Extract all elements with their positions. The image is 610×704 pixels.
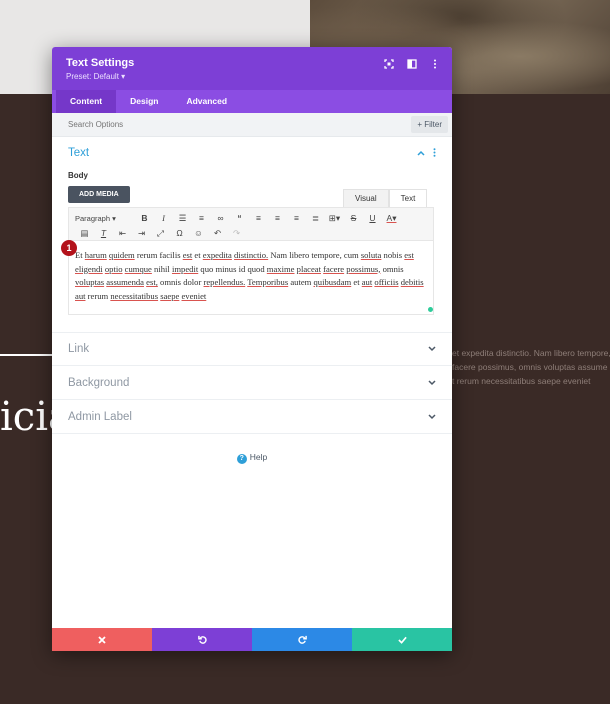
body-label: Body bbox=[68, 171, 88, 180]
tab-content[interactable]: Content bbox=[56, 90, 117, 113]
tab-visual[interactable]: Visual bbox=[343, 189, 389, 207]
close-icon bbox=[98, 635, 106, 644]
section-menu-icon[interactable] bbox=[433, 147, 436, 159]
paragraph-format-select[interactable]: Paragraph ▾ bbox=[75, 214, 135, 223]
section-admin-label[interactable]: Admin Label bbox=[52, 400, 452, 434]
blockquote-icon[interactable]: “ bbox=[230, 213, 249, 223]
page-paragraph-line: et expedita distinctio. Nam libero tempo… bbox=[452, 348, 610, 358]
section-link-title: Link bbox=[68, 342, 90, 355]
special-char-icon[interactable]: Ω bbox=[170, 228, 189, 238]
page-paragraph-line: t rerum necessitatibus saepe eveniet bbox=[452, 376, 591, 386]
editor-text: Et harum quidem rerum facilis est et exp… bbox=[75, 250, 424, 301]
text-color-icon[interactable]: A▾ bbox=[382, 213, 401, 224]
chevron-down-icon bbox=[428, 344, 436, 354]
table-icon[interactable]: ⊞▾ bbox=[325, 213, 344, 224]
page-paragraph: et expedita distinctio. Nam libero tempo… bbox=[452, 346, 610, 388]
strikethrough-icon[interactable]: S bbox=[344, 213, 363, 223]
undo-button[interactable] bbox=[152, 628, 252, 651]
help-icon: ? bbox=[236, 454, 247, 464]
modal-footer bbox=[52, 628, 452, 651]
filter-button[interactable]: + Filter bbox=[411, 116, 448, 133]
section-background-title: Background bbox=[68, 376, 130, 389]
section-link[interactable]: Link bbox=[52, 332, 452, 366]
numbered-list-icon[interactable]: ≡ bbox=[192, 213, 211, 223]
preset-selector[interactable]: Preset: Default ▾ bbox=[66, 72, 438, 81]
align-left-icon[interactable]: ≡ bbox=[249, 213, 268, 223]
clear-format-icon[interactable]: T bbox=[94, 228, 113, 238]
tab-advanced[interactable]: Advanced bbox=[172, 90, 241, 113]
bullet-list-icon[interactable]: ☰ bbox=[173, 213, 192, 224]
underline-icon[interactable]: U bbox=[363, 213, 382, 223]
align-justify-icon[interactable]: ≣ bbox=[306, 213, 325, 224]
modal-header: Text Settings Preset: Default ▾ bbox=[52, 47, 452, 90]
chevron-down-icon bbox=[428, 412, 436, 422]
section-admin-label-title: Admin Label bbox=[68, 410, 132, 423]
search-options-input[interactable] bbox=[68, 120, 268, 129]
italic-icon[interactable]: I bbox=[154, 213, 173, 223]
align-right-icon[interactable]: ≡ bbox=[287, 213, 306, 223]
discard-button[interactable] bbox=[52, 628, 152, 651]
text-section-title: Text bbox=[68, 147, 90, 159]
redo-editor-icon[interactable]: ↷ bbox=[227, 228, 246, 239]
section-background[interactable]: Background bbox=[52, 366, 452, 400]
link-icon[interactable]: ∞ bbox=[211, 213, 230, 223]
help-label: Help bbox=[249, 452, 268, 462]
chevron-down-icon bbox=[428, 378, 436, 388]
redo-button[interactable] bbox=[252, 628, 352, 651]
search-row: + Filter bbox=[52, 113, 452, 137]
fullscreen-icon[interactable] bbox=[383, 58, 394, 69]
editor-toolbar: Paragraph ▾ B I ☰ ≡ ∞ “ ≡ ≡ ≡ ≣ ⊞▾ S U A… bbox=[69, 208, 433, 241]
undo-icon bbox=[197, 635, 207, 644]
redo-icon bbox=[297, 635, 307, 644]
editor-mode-tabs: Visual Text bbox=[343, 189, 428, 207]
resize-handle[interactable] bbox=[428, 307, 433, 312]
fullscreen-editor-icon[interactable]: ⤢ bbox=[151, 228, 170, 239]
page-paragraph-line: facere possimus, omnis voluptas assume bbox=[452, 362, 608, 372]
help-link[interactable]: ? Help bbox=[52, 452, 452, 464]
collapsed-sections: Link Background Admin Label bbox=[52, 332, 452, 434]
split-view-icon[interactable] bbox=[406, 58, 417, 69]
align-center-icon[interactable]: ≡ bbox=[268, 213, 287, 223]
page-divider bbox=[0, 354, 60, 356]
check-icon bbox=[397, 636, 407, 644]
section-controls bbox=[417, 147, 436, 159]
undo-editor-icon[interactable]: ↶ bbox=[208, 228, 227, 239]
save-button[interactable] bbox=[352, 628, 452, 651]
bold-icon[interactable]: B bbox=[135, 213, 154, 223]
outdent-icon[interactable]: ⇤ bbox=[113, 228, 132, 239]
step-marker: 1 bbox=[61, 240, 77, 256]
paste-icon[interactable]: ▤ bbox=[75, 228, 94, 239]
tab-design[interactable]: Design bbox=[116, 90, 172, 113]
tab-text[interactable]: Text bbox=[388, 189, 428, 207]
paragraph-select-label: Paragraph bbox=[75, 213, 111, 223]
more-options-icon[interactable] bbox=[429, 58, 440, 69]
chevron-up-icon[interactable] bbox=[417, 148, 425, 159]
settings-tabs: Content Design Advanced bbox=[52, 90, 452, 113]
text-section-header[interactable]: Text bbox=[68, 147, 436, 159]
header-icons bbox=[383, 58, 440, 69]
add-media-button[interactable]: ADD MEDIA bbox=[68, 186, 130, 203]
indent-icon[interactable]: ⇥ bbox=[132, 228, 151, 239]
rich-text-editor[interactable]: Paragraph ▾ B I ☰ ≡ ∞ “ ≡ ≡ ≡ ≣ ⊞▾ S U A… bbox=[68, 207, 434, 315]
editor-content[interactable]: Et harum quidem rerum facilis est et exp… bbox=[69, 241, 433, 303]
emoji-icon[interactable]: ☺ bbox=[189, 228, 208, 238]
